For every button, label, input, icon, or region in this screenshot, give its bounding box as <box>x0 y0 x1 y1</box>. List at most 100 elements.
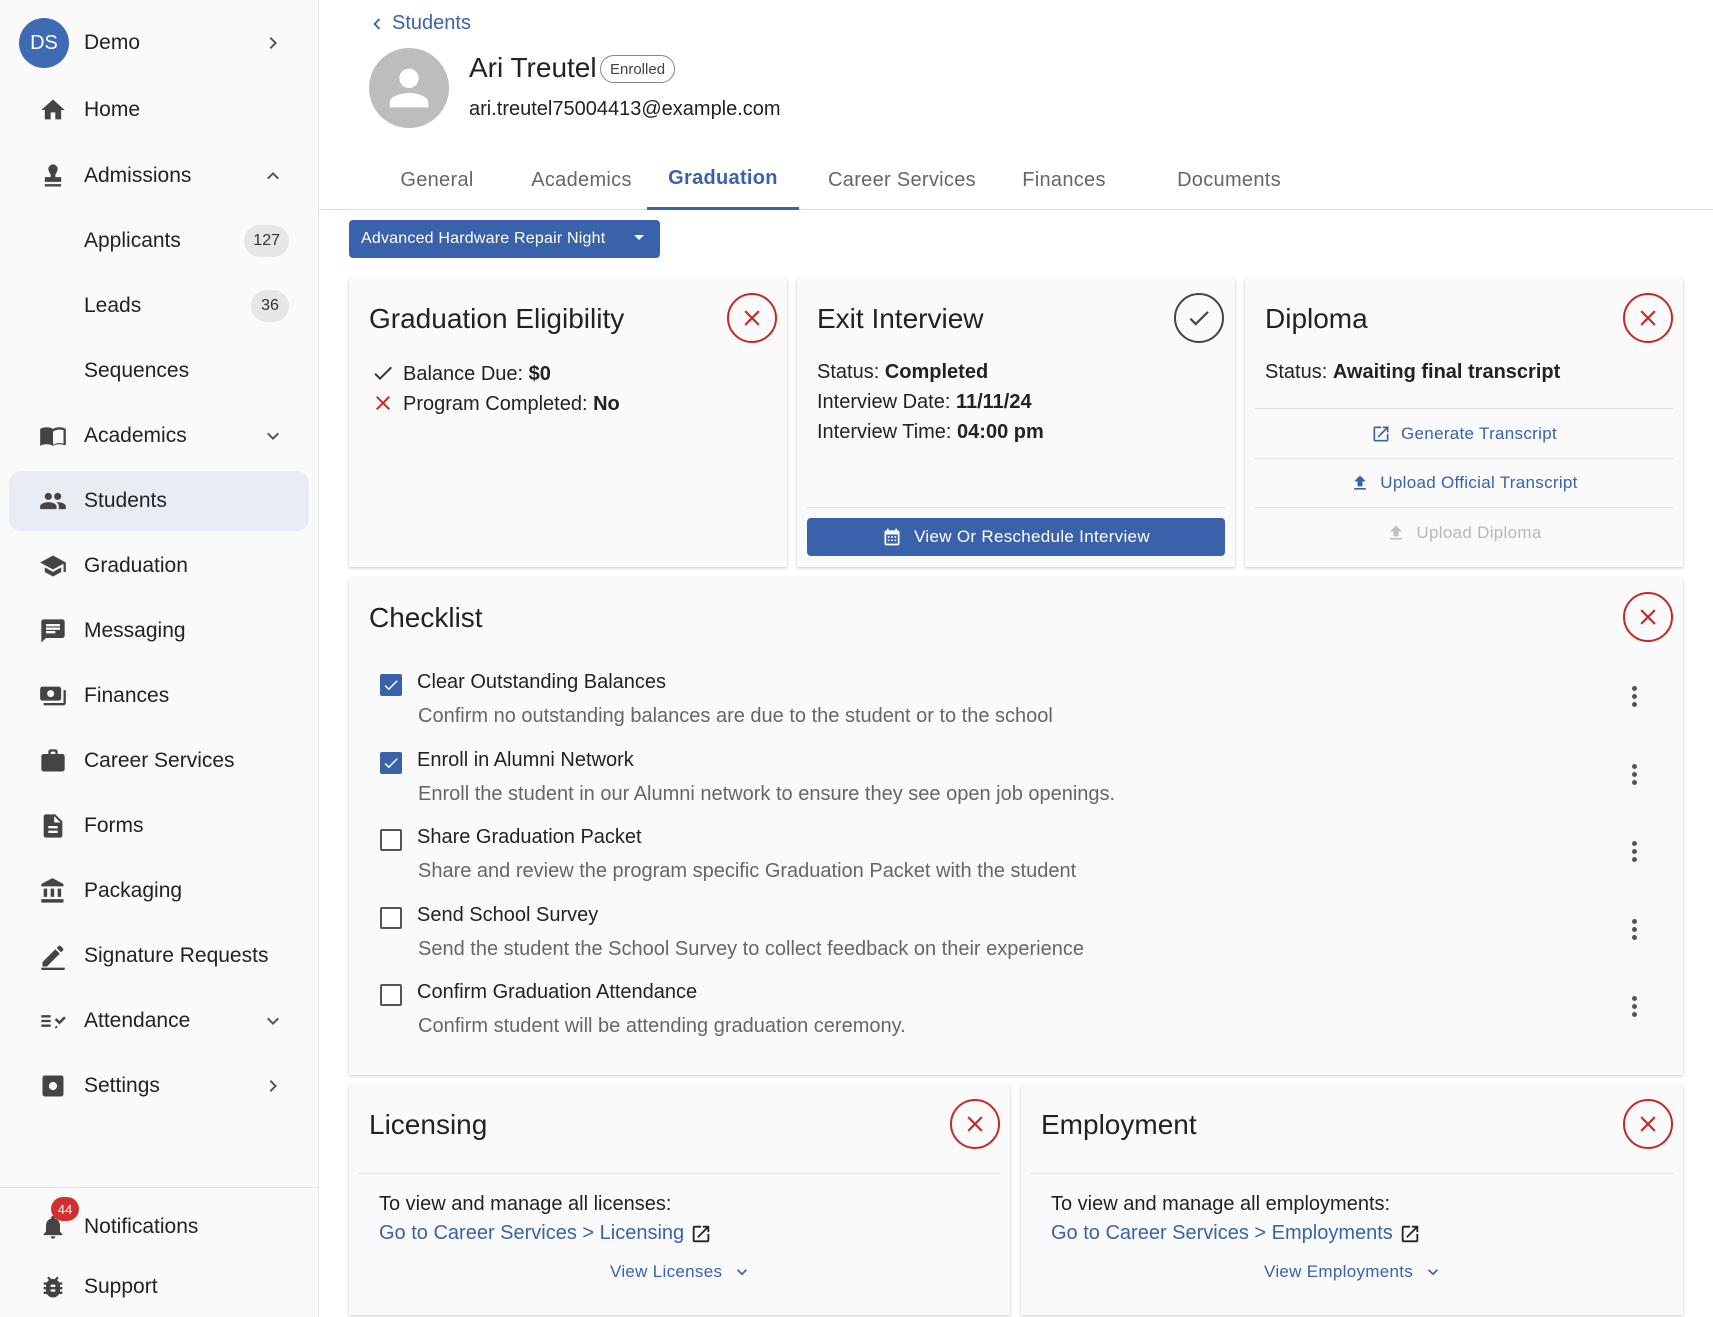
sidebar-item-students[interactable]: Students <box>9 471 309 531</box>
checklist-item: Share Graduation Packet Share and review… <box>349 825 1682 903</box>
checklist-card: Checklist Clear Outstanding Balances Con… <box>349 578 1683 1075</box>
sidebar-item-home[interactable]: Home <box>9 80 309 140</box>
tab-academics[interactable]: Academics <box>508 150 655 210</box>
checklist-item-description: Enroll the student in our Alumni network… <box>418 783 1116 805</box>
upload-icon <box>1390 525 1403 540</box>
checklist-item-description: Confirm student will be attending gradua… <box>418 1015 906 1037</box>
sidebar-item-leads[interactable]: Leads 36 <box>9 276 309 336</box>
eligibility-row-program: Program Completed: No <box>371 391 620 416</box>
generate-transcript-button[interactable]: Generate Transcript <box>1255 409 1673 458</box>
notification-count-badge: 44 <box>51 1197 79 1221</box>
checklist-item: Enroll in Alumni Network Enroll the stud… <box>349 748 1682 826</box>
settings-gear-icon <box>29 1062 77 1110</box>
checklist-item-description: Send the student the School Survey to co… <box>418 938 1084 960</box>
incomplete-status-icon <box>1623 592 1673 642</box>
back-to-students-link[interactable]: Students <box>366 12 471 35</box>
bug-icon <box>29 1263 77 1311</box>
sidebar-item-graduation[interactable]: Graduation <box>9 536 309 596</box>
sidebar-item-sequences[interactable]: Sequences <box>9 341 309 401</box>
tab-graduation[interactable]: Graduation <box>647 150 799 210</box>
sidebar-item-attendance[interactable]: Attendance <box>9 991 309 1051</box>
sidebar-item-label: Settings <box>84 1074 160 1097</box>
sidebar-item-label: Notifications <box>84 1215 199 1238</box>
incomplete-status-icon <box>727 293 777 343</box>
checkbox[interactable] <box>380 674 402 696</box>
student-name: Ari Treutel <box>469 52 597 83</box>
checklist-item-title: Enroll in Alumni Network <box>417 749 634 771</box>
sidebar-item-finances[interactable]: Finances <box>9 666 309 726</box>
graduation-eligibility-card: Graduation Eligibility Balance Due: $0 P… <box>349 279 787 567</box>
more-options-icon[interactable] <box>1632 919 1638 941</box>
incomplete-status-icon <box>950 1099 1000 1149</box>
tab-career-services[interactable]: Career Services <box>808 150 996 210</box>
upload-official-transcript-button[interactable]: Upload Official Transcript <box>1255 459 1673 507</box>
sidebar-item-packaging[interactable]: Packaging <box>9 861 309 921</box>
user-avatar: DS <box>19 18 69 68</box>
view-employments-toggle[interactable]: View Employments <box>1264 1262 1443 1282</box>
card-title: Diploma <box>1265 303 1368 334</box>
sidebar-item-label: Career Services <box>84 749 235 772</box>
diploma-status: Status: Awaiting final transcript <box>1265 361 1561 383</box>
go-to-employments-link[interactable]: Go to Career Services > Employments <box>1051 1222 1421 1245</box>
document-icon <box>29 802 77 850</box>
student-avatar <box>369 48 449 128</box>
exit-interview-card: Exit Interview Status: Completed Intervi… <box>797 279 1235 567</box>
licensing-intro: To view and manage all licenses: <box>379 1193 672 1215</box>
tab-documents[interactable]: Documents <box>1154 150 1304 210</box>
sidebar-item-admissions[interactable]: Admissions <box>9 146 309 206</box>
sidebar-item-notifications[interactable]: 44 Notifications <box>9 1197 309 1257</box>
upload-icon <box>1354 475 1367 490</box>
checklist-item-description: Confirm no outstanding balances are due … <box>418 705 1053 727</box>
view-licenses-toggle[interactable]: View Licenses <box>610 1262 752 1282</box>
money-icon <box>29 672 77 720</box>
briefcase-icon <box>29 737 77 785</box>
tab-finances[interactable]: Finances <box>1002 150 1126 210</box>
sidebar-item-signature-requests[interactable]: Signature Requests <box>9 926 309 986</box>
sidebar-item-support[interactable]: Support <box>9 1257 309 1317</box>
account-menu[interactable]: DS Demo <box>9 13 309 73</box>
checkbox[interactable] <box>380 984 402 1006</box>
upload-diploma-button[interactable]: Upload Diploma <box>1255 508 1673 558</box>
tab-general[interactable]: General <box>371 150 503 210</box>
sidebar-item-academics[interactable]: Academics <box>9 406 309 466</box>
sidebar-item-label: Sequences <box>84 359 190 382</box>
divider <box>359 1173 1000 1174</box>
sidebar-item-label: Signature Requests <box>84 944 269 967</box>
sidebar-item-label: Applicants <box>84 229 181 252</box>
user-name: Demo <box>84 31 141 54</box>
go-to-licensing-link[interactable]: Go to Career Services > Licensing <box>379 1222 712 1245</box>
more-options-icon[interactable] <box>1632 841 1638 863</box>
more-options-icon[interactable] <box>1632 686 1638 708</box>
caret-down-icon <box>634 235 644 240</box>
sidebar-item-label: Students <box>84 489 167 512</box>
chevron-down-icon <box>261 424 285 448</box>
checkbox[interactable] <box>380 829 402 851</box>
interview-time: Interview Time: 04:00 pm <box>817 421 1044 443</box>
chevron-right-icon <box>261 31 285 55</box>
sidebar-item-applicants[interactable]: Applicants 127 <box>9 211 309 271</box>
chevron-left-icon <box>373 18 381 29</box>
close-icon <box>376 396 390 410</box>
view-reschedule-interview-button[interactable]: View Or Reschedule Interview <box>807 518 1225 556</box>
card-title: Graduation Eligibility <box>369 303 625 334</box>
sidebar-item-messaging[interactable]: Messaging <box>9 601 309 661</box>
student-email: ari.treutel75004413@example.com <box>469 98 781 120</box>
checklist-item-description: Share and review the program specific Gr… <box>418 860 1077 882</box>
sidebar-item-settings[interactable]: Settings <box>9 1056 309 1116</box>
more-options-icon[interactable] <box>1632 996 1638 1018</box>
chevron-up-icon <box>261 164 285 188</box>
back-link-label: Students <box>392 12 471 34</box>
checkbox[interactable] <box>380 907 402 929</box>
checklist-item-title: Share Graduation Packet <box>417 826 642 848</box>
checklist-item-title: Send School Survey <box>417 904 599 926</box>
open-external-icon <box>1401 1225 1419 1242</box>
message-icon <box>29 607 77 655</box>
checkbox[interactable] <box>380 752 402 774</box>
open-external-icon <box>692 1225 710 1242</box>
more-options-icon[interactable] <box>1632 764 1638 786</box>
sidebar-item-forms[interactable]: Forms <box>9 796 309 856</box>
program-select[interactable]: Advanced Hardware Repair Night <box>349 220 660 258</box>
people-icon <box>29 477 77 525</box>
tab-bar: General Academics Graduation Career Serv… <box>319 150 1713 210</box>
sidebar-item-career-services[interactable]: Career Services <box>9 731 309 791</box>
